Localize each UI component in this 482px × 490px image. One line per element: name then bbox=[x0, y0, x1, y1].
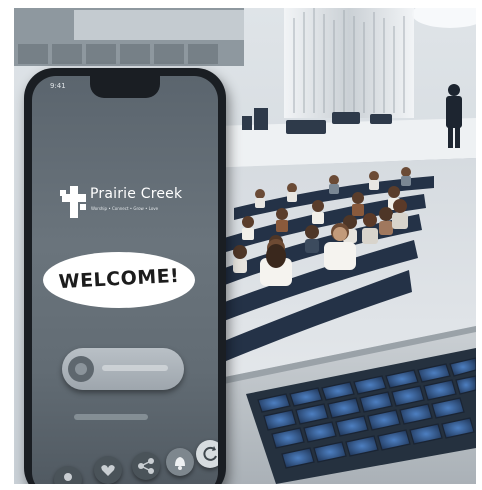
phone-notch bbox=[90, 76, 160, 98]
church-brand: Prairie Creek Worship • Connect • Grow •… bbox=[60, 184, 218, 232]
church-name: Prairie Creek bbox=[90, 186, 183, 202]
cross-logo-icon bbox=[60, 186, 86, 218]
heart-icon[interactable] bbox=[94, 456, 122, 484]
blurred-caption bbox=[74, 414, 148, 420]
refresh-icon[interactable] bbox=[196, 440, 218, 468]
status-time: 9:41 bbox=[50, 82, 66, 90]
avatar-icon[interactable] bbox=[54, 466, 82, 484]
smartphone: 9:41 Prairie Creek Worship • Connect • G… bbox=[24, 68, 226, 484]
welcome-bubble: WELCOME! bbox=[40, 248, 198, 312]
tap-icon bbox=[68, 356, 94, 382]
phone-screen: 9:41 Prairie Creek Worship • Connect • G… bbox=[32, 76, 218, 484]
photo-frame: 9:41 Prairie Creek Worship • Connect • G… bbox=[14, 8, 476, 484]
share-icon[interactable] bbox=[132, 452, 160, 480]
bell-icon[interactable] bbox=[166, 448, 194, 476]
church-tagline: Worship • Connect • Grow • Love bbox=[91, 206, 159, 211]
sign-in-pill-button[interactable] bbox=[62, 348, 184, 390]
blurred-label bbox=[102, 365, 168, 371]
